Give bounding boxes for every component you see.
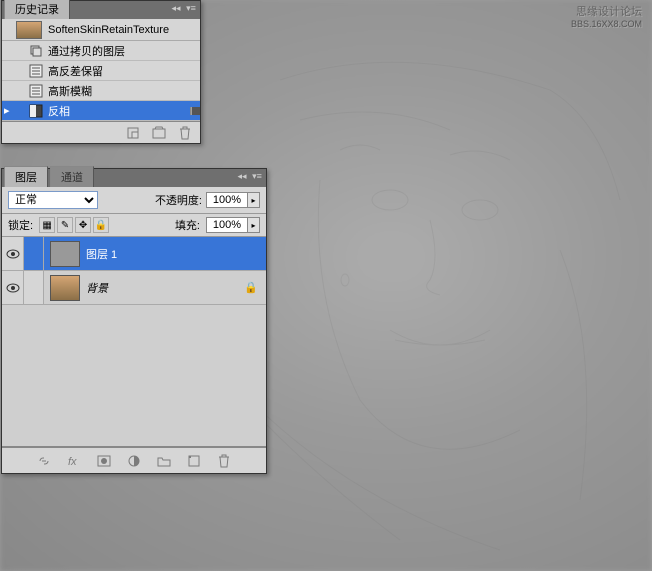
lock-transparency-icon[interactable]: ▦	[39, 217, 55, 233]
fill-input[interactable]	[206, 217, 248, 233]
layers-toolbar: 正常 不透明度: ▸	[2, 187, 266, 214]
fill-label: 填充:	[175, 217, 200, 233]
history-item[interactable]: 通过拷贝的图层	[2, 41, 200, 61]
new-snapshot-icon[interactable]	[152, 126, 166, 140]
panel-menu-icon[interactable]: ▾≡	[185, 3, 197, 15]
history-current-marker: ▸	[4, 104, 14, 117]
blend-mode-select[interactable]: 正常	[8, 191, 98, 209]
layer-copy-icon	[28, 43, 44, 59]
history-item[interactable]: ▸ 反相	[2, 101, 200, 121]
blur-icon	[28, 83, 44, 99]
tab-layers[interactable]: 图层	[4, 166, 48, 187]
layer-thumb[interactable]	[50, 241, 80, 267]
history-item[interactable]: 高斯模糊	[2, 81, 200, 101]
layer-row[interactable]: 图层 1	[2, 237, 266, 271]
history-item-label: 高反差保留	[48, 63, 103, 79]
history-slider-handle[interactable]	[192, 107, 200, 115]
lock-position-icon[interactable]: ✥	[75, 217, 91, 233]
layer-style-icon[interactable]: fx	[67, 454, 81, 468]
history-item-label: 反相	[48, 103, 70, 119]
lock-label: 锁定:	[8, 217, 33, 233]
highpass-icon	[28, 63, 44, 79]
layers-panel: 图层 通道 ◂◂ ▾≡ 正常 不透明度: ▸ 锁定: ▦ ✎ ✥ 🔒 填充: ▸	[1, 168, 267, 474]
link-col[interactable]	[24, 271, 44, 304]
tab-channels[interactable]: 通道	[50, 166, 94, 187]
panel-menu-icon[interactable]: ▾≡	[251, 171, 263, 183]
lock-icon: 🔒	[244, 281, 258, 294]
opacity-slider-toggle[interactable]: ▸	[248, 192, 260, 208]
watermark: 思缘设计论坛 BBS.16XX8.COM	[571, 5, 642, 31]
lock-row: 锁定: ▦ ✎ ✥ 🔒 填充: ▸	[2, 214, 266, 237]
panel-collapse-icon[interactable]: ◂◂	[170, 3, 182, 15]
svg-text:fx: fx	[68, 456, 77, 468]
history-footer	[2, 121, 200, 143]
history-snapshot-row[interactable]: SoftenSkinRetainTexture	[2, 19, 200, 41]
layer-list: 图层 1 背景 🔒	[2, 237, 266, 447]
lock-pixels-icon[interactable]: ✎	[57, 217, 73, 233]
delete-layer-icon[interactable]	[217, 454, 231, 468]
layers-panel-header[interactable]: 图层 通道 ◂◂ ▾≡	[2, 169, 266, 187]
invert-icon	[28, 103, 44, 119]
visibility-toggle[interactable]	[2, 271, 24, 304]
delete-icon[interactable]	[178, 126, 192, 140]
watermark-line3: BBS.16XX8.COM	[571, 19, 642, 31]
visibility-toggle[interactable]	[2, 237, 24, 270]
history-item-label: 通过拷贝的图层	[48, 43, 125, 59]
layer-name[interactable]: 背景	[86, 280, 244, 296]
layer-row[interactable]: 背景 🔒	[2, 271, 266, 305]
layer-name[interactable]: 图层 1	[86, 246, 266, 262]
snapshot-thumb	[16, 21, 42, 39]
link-col[interactable]	[24, 237, 44, 270]
tab-history[interactable]: 历史记录	[4, 0, 70, 19]
lock-all-icon[interactable]: 🔒	[93, 217, 109, 233]
history-panel: 历史记录 ◂◂ ▾≡ SoftenSkinRetainTexture 通过拷贝的…	[1, 0, 201, 144]
layers-footer: fx	[2, 447, 266, 473]
opacity-label: 不透明度:	[155, 192, 202, 208]
create-document-icon[interactable]	[126, 126, 140, 140]
layer-mask-icon[interactable]	[97, 454, 111, 468]
eye-icon	[6, 283, 20, 293]
adjustment-layer-icon[interactable]	[127, 454, 141, 468]
fill-slider-toggle[interactable]: ▸	[248, 217, 260, 233]
history-list: 通过拷贝的图层 高反差保留 高斯模糊 ▸ 反相	[2, 41, 200, 121]
group-icon[interactable]	[157, 454, 171, 468]
link-layers-icon[interactable]	[37, 454, 51, 468]
opacity-input[interactable]	[206, 192, 248, 208]
eye-icon	[6, 249, 20, 259]
panel-collapse-icon[interactable]: ◂◂	[236, 171, 248, 183]
history-item-label: 高斯模糊	[48, 83, 92, 99]
history-item[interactable]: 高反差保留	[2, 61, 200, 81]
snapshot-name: SoftenSkinRetainTexture	[48, 24, 196, 36]
history-panel-header[interactable]: 历史记录 ◂◂ ▾≡	[2, 1, 200, 19]
layer-thumb[interactable]	[50, 275, 80, 301]
watermark-line1: 思缘设计论坛	[571, 5, 642, 19]
new-layer-icon[interactable]	[187, 454, 201, 468]
